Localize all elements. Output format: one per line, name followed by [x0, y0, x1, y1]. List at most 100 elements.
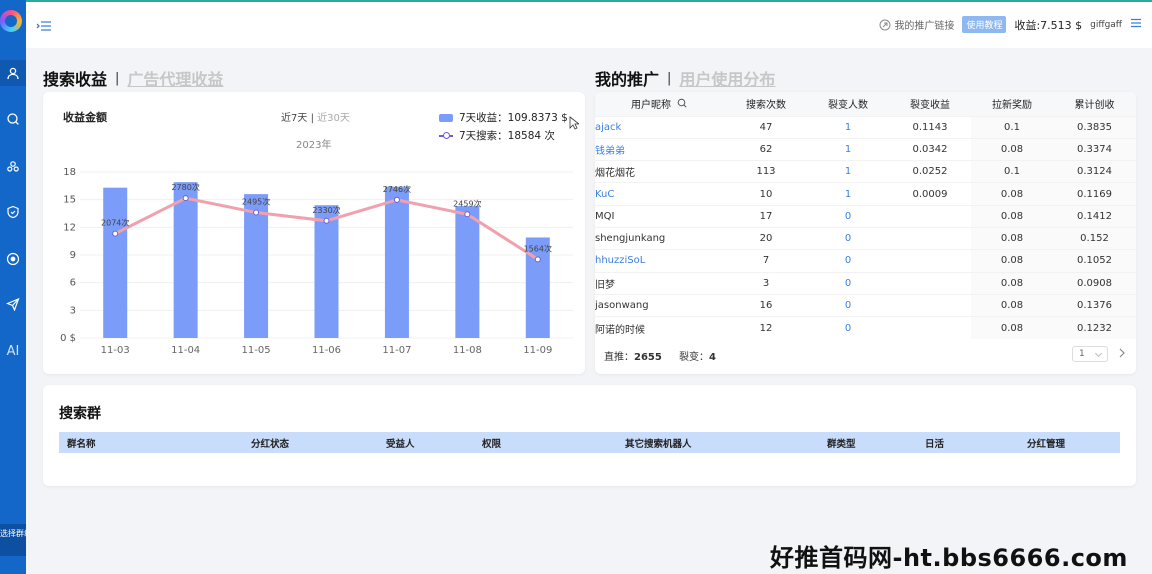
tab-ad-agent-income[interactable]: 广告代理收益 [127, 66, 223, 90]
promo-table: 用户昵称 搜索次数 裂变人数 裂变收益 拉新奖励 累计创收 ajack 47 1 0.1143 0… [595, 92, 1136, 339]
cell-searches: 7 [725, 249, 807, 273]
hamburger-icon[interactable] [1130, 17, 1142, 32]
watermark-text: 好推首码网-ht.bbs6666.com [770, 544, 1128, 572]
line-point [464, 211, 471, 218]
cell-referrals[interactable]: 0 [807, 226, 889, 250]
cell-ref-income: 0.1143 [889, 115, 971, 139]
table-row: hhuzziSoL 7 0 0.08 0.1052 [595, 249, 1136, 273]
cell-searches: 20 [725, 226, 807, 250]
ai-nav-item[interactable]: AI [0, 338, 26, 364]
cell-total: 0.1376 [1053, 293, 1136, 317]
cell-name: 烟花烟花 [595, 160, 725, 183]
table-row: MQI 17 0 0.08 0.1412 [595, 204, 1136, 228]
x-tick-label: 11-07 [382, 345, 411, 356]
y-tick-label: 12 [63, 222, 76, 233]
chart-bar [173, 182, 198, 338]
x-tick-label: 11-09 [523, 345, 552, 356]
line-data-label: 2330次 [312, 205, 340, 215]
cell-name[interactable]: KuC [595, 182, 725, 206]
select-group-button[interactable]: 选择群组 › [0, 524, 26, 556]
group-header-7: 分红管理 [1027, 438, 1066, 450]
tab-search-income[interactable]: 搜索收益 [43, 66, 107, 90]
group-header-2: 受益人 [386, 438, 415, 450]
y-tick-label: 15 [63, 195, 76, 206]
promo-header-0: 用户昵称 [595, 92, 725, 116]
cell-ref-income [889, 316, 971, 339]
y-tick-label: 18 [63, 167, 76, 178]
cell-total: 0.1232 [1053, 316, 1136, 339]
cell-referrals[interactable]: 0 [807, 204, 889, 228]
cell-referrals[interactable]: 1 [807, 160, 889, 183]
cell-total: 0.152 [1053, 226, 1136, 250]
table-row: 旧梦 3 0 0.08 0.0908 [595, 271, 1136, 295]
cell-bonus: 0.1 [971, 115, 1053, 139]
search-icon[interactable] [0, 106, 26, 132]
chart-bar [103, 187, 128, 338]
cell-total: 0.1412 [1053, 204, 1136, 228]
x-tick-label: 11-06 [312, 345, 341, 356]
user-icon[interactable] [0, 60, 26, 86]
menu-collapse-icon[interactable] [36, 18, 52, 32]
tutorial-badge[interactable]: 使用教程 [962, 16, 1007, 33]
cell-bonus: 0.08 [971, 137, 1053, 161]
group-header-3: 权限 [482, 438, 502, 450]
search-group-card: 搜索群 群名称 分红状态 受益人 权限 其它搜索机器人 群类型 日活 分红管理 [43, 385, 1136, 486]
record-icon[interactable] [0, 246, 26, 272]
username[interactable]: giffgaff [1090, 20, 1122, 30]
tab-user-usage[interactable]: 用户使用分布 [679, 66, 775, 90]
income-chart-card: 收益金额 近7天 | 近30天 2023年 7天收益：109.8373 $ 7天… [43, 92, 585, 374]
x-tick-label: 11-05 [242, 345, 271, 356]
cell-bonus: 0.08 [971, 249, 1053, 273]
line-point [112, 230, 119, 237]
table-row: shengjunkang 20 0 0.08 0.152 [595, 226, 1136, 250]
cell-referrals[interactable]: 1 [807, 182, 889, 206]
cell-searches: 10 [725, 182, 807, 206]
group-header-1: 分红状态 [251, 438, 290, 450]
line-point [393, 196, 400, 203]
cell-name[interactable]: ajack [595, 115, 725, 139]
promo-header-4: 拉新奖励 [971, 92, 1053, 116]
chart-bar [244, 194, 269, 338]
earnings-display: 收益:7.513 $ [1014, 18, 1083, 32]
line-data-label: 1564次 [524, 243, 552, 253]
app-logo[interactable] [0, 10, 22, 32]
cell-referrals[interactable]: 0 [807, 316, 889, 339]
cell-ref-income: 0.0009 [889, 182, 971, 206]
cell-referrals[interactable]: 1 [807, 137, 889, 161]
cell-searches: 47 [725, 115, 807, 139]
name-search-icon[interactable] [677, 98, 687, 108]
cell-ref-income: 0.0342 [889, 137, 971, 161]
promo-header-label: 用户昵称 [631, 100, 671, 112]
cell-ref-income [889, 249, 971, 273]
group-header-5: 群类型 [827, 438, 856, 450]
cell-bonus: 0.1 [971, 160, 1053, 183]
send-icon[interactable] [0, 291, 26, 317]
chart-bar [384, 186, 409, 338]
cell-referrals[interactable]: 0 [807, 249, 889, 273]
cell-bonus: 0.08 [971, 293, 1053, 317]
next-page-icon[interactable] [1118, 348, 1126, 361]
page-select[interactable]: 1 [1072, 346, 1108, 362]
cell-searches: 62 [725, 137, 807, 161]
group-header-4: 其它搜索机器人 [625, 438, 692, 450]
team-icon[interactable] [0, 154, 26, 180]
promo-link[interactable]: 我的推广链接 [879, 17, 954, 32]
search-income-header: 搜索收益 | 广告代理收益 [43, 66, 223, 90]
promo-header-2: 裂变人数 [807, 92, 889, 116]
cell-bonus: 0.08 [971, 316, 1053, 339]
cell-total: 0.0908 [1053, 271, 1136, 295]
link-icon [879, 19, 891, 30]
cell-name[interactable]: 钱弟弟 [595, 137, 725, 161]
promo-link-label: 我的推广链接 [894, 21, 955, 32]
cell-referrals[interactable]: 0 [807, 293, 889, 317]
cell-bonus: 0.08 [971, 204, 1053, 228]
cell-referrals[interactable]: 1 [807, 115, 889, 139]
line-point [534, 256, 541, 263]
shield-icon[interactable] [0, 199, 26, 225]
cell-bonus: 0.08 [971, 271, 1053, 295]
my-promo-header: 我的推广 | 用户使用分布 [595, 66, 775, 90]
cell-referrals[interactable]: 0 [807, 271, 889, 295]
tab-my-promo[interactable]: 我的推广 [595, 66, 659, 90]
cell-total: 0.1052 [1053, 249, 1136, 273]
cell-name[interactable]: hhuzziSoL [595, 249, 725, 273]
